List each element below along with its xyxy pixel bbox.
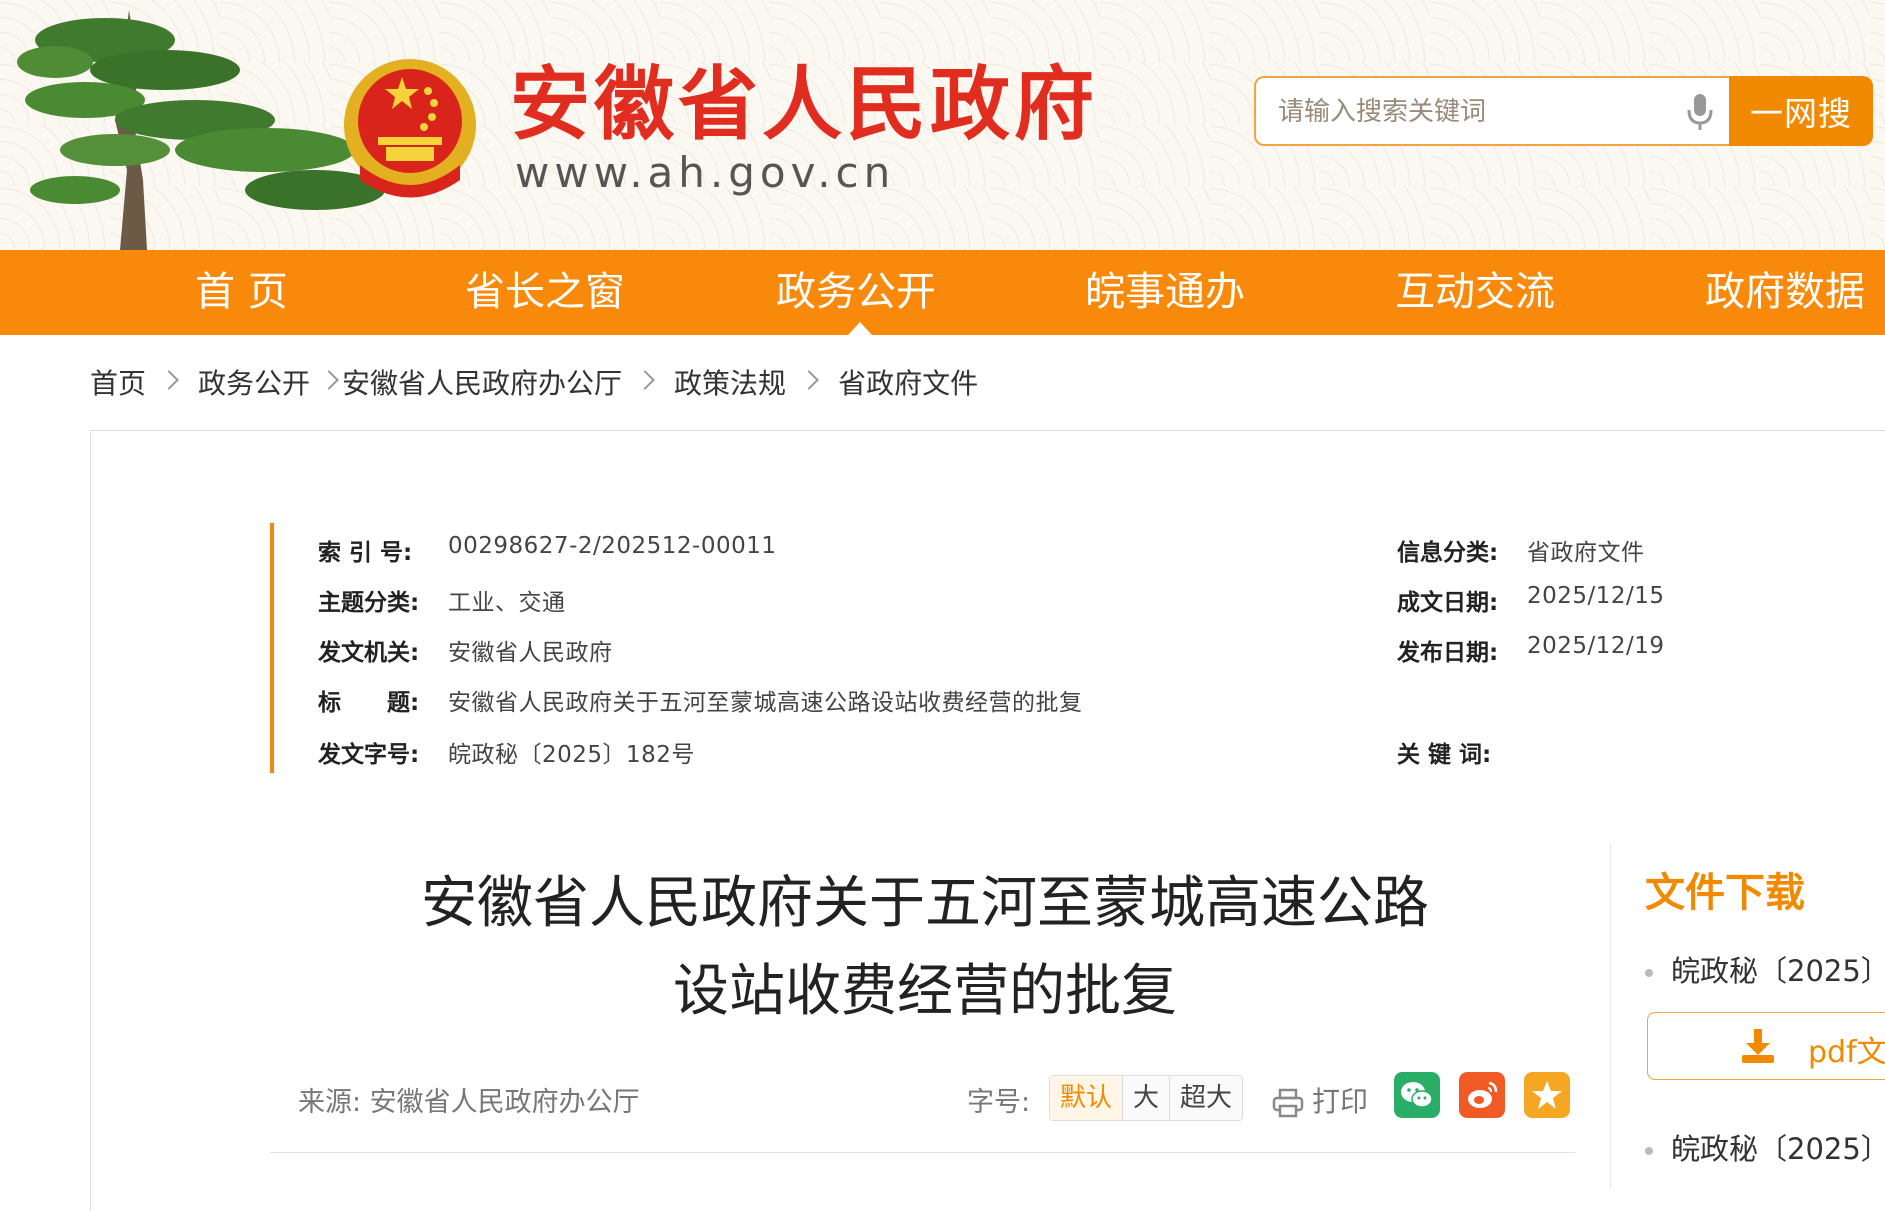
download-item[interactable]: 皖政秘〔2025〕	[1645, 948, 1885, 990]
breadcrumb-policy[interactable]: 政策法规	[674, 367, 786, 400]
breadcrumb-gov-affairs[interactable]: 政务公开	[198, 367, 310, 400]
favorite-icon[interactable]	[1524, 1072, 1570, 1118]
nav-item-services[interactable]: 皖事通办	[1085, 250, 1245, 335]
site-header: 安徽省人民政府 www.ah.gov.cn 一网搜	[0, 0, 1885, 250]
main-nav: 首 页 省长之窗 政务公开 皖事通办 互动交流 政府数据	[0, 250, 1885, 335]
print-button[interactable]: 打印	[1272, 1080, 1368, 1120]
download-icon	[1742, 1029, 1774, 1063]
article-divider	[270, 1152, 1575, 1153]
document-title-line-2: 设站收费经营的批复	[673, 959, 1177, 1024]
meta-topic-label: 主题分类:	[318, 590, 420, 616]
chevron-right-icon	[159, 370, 179, 390]
download-item[interactable]: 皖政秘〔2025〕	[1645, 1126, 1885, 1168]
national-emblem	[344, 59, 476, 198]
breadcrumb-home[interactable]: 首页	[90, 367, 146, 400]
search-box	[1254, 76, 1729, 146]
microphone-icon[interactable]	[1686, 92, 1714, 132]
document-title: 安徽省人民政府关于五河至蒙城高速公路 设站收费经营的批复	[340, 860, 1510, 1036]
download-item-label: 皖政秘〔2025〕	[1671, 954, 1885, 988]
search-input[interactable]	[1276, 92, 1660, 132]
download-item-label: 皖政秘〔2025〕	[1671, 1132, 1885, 1166]
font-size-xlarge-button[interactable]: 超大	[1170, 1076, 1242, 1120]
print-label: 打印	[1312, 1085, 1369, 1118]
meta-written-value: 2025/12/15	[1527, 583, 1665, 609]
meta-accent-bar	[270, 523, 274, 773]
meta-issuer-value: 安徽省人民政府	[448, 640, 613, 666]
sidebar-divider	[1610, 845, 1611, 1187]
font-size-label: 字号:	[967, 1087, 1031, 1118]
meta-index-label: 索 引 号:	[318, 540, 413, 566]
meta-issuer-label: 发文机关:	[318, 640, 420, 666]
meta-written-label: 成文日期:	[1397, 590, 1499, 616]
meta-published-value: 2025/12/19	[1527, 633, 1665, 659]
nav-item-home[interactable]: 首 页	[195, 250, 288, 335]
meta-title-value: 安徽省人民政府关于五河至蒙城高速公路设站收费经营的批复	[448, 690, 1083, 716]
nav-item-interaction[interactable]: 互动交流	[1395, 250, 1555, 335]
nav-active-indicator	[848, 322, 872, 335]
meta-title-label: 标 题:	[318, 690, 420, 716]
nav-item-governor[interactable]: 省长之窗	[465, 250, 625, 335]
meta-docno-value: 皖政秘〔2025〕182号	[448, 742, 695, 768]
search-button[interactable]: 一网搜	[1729, 76, 1873, 146]
meta-topic-value: 工业、交通	[448, 590, 566, 616]
meta-published-label: 发布日期:	[1397, 640, 1499, 666]
pine-tree-logo	[17, 10, 385, 250]
site-url[interactable]: www.ah.gov.cn	[515, 148, 895, 197]
font-size-selector: 默认 大 超大	[1049, 1075, 1244, 1121]
article-source: 来源: 安徽省人民政府办公厅	[298, 1087, 640, 1118]
weibo-icon[interactable]	[1459, 1072, 1505, 1118]
bullet-icon	[1645, 969, 1653, 977]
meta-category-value: 省政府文件	[1527, 540, 1645, 566]
bullet-icon	[1645, 1147, 1653, 1155]
chevron-right-icon	[635, 370, 655, 390]
breadcrumb-office[interactable]: 安徽省人民政府办公厅	[342, 367, 622, 400]
download-title: 文件下载	[1645, 870, 1805, 916]
wechat-icon[interactable]	[1394, 1072, 1440, 1118]
document-title-line-1: 安徽省人民政府关于五河至蒙城高速公路	[421, 871, 1429, 936]
font-size-default-button[interactable]: 默认	[1050, 1076, 1124, 1120]
pdf-download-label: pdf文	[1808, 1035, 1885, 1070]
printer-icon	[1272, 1088, 1304, 1118]
meta-keywords-label: 关 键 词:	[1397, 742, 1492, 768]
meta-docno-label: 发文字号:	[318, 742, 420, 768]
pdf-download-button[interactable]: pdf文	[1647, 1012, 1885, 1080]
breadcrumb: 首页 政务公开 安徽省人民政府办公厅 政策法规 省政府文件	[90, 362, 978, 402]
nav-item-data[interactable]: 政府数据	[1705, 250, 1865, 335]
meta-category-label: 信息分类:	[1397, 540, 1499, 566]
chevron-right-icon	[319, 370, 339, 390]
font-size-large-button[interactable]: 大	[1123, 1076, 1171, 1120]
meta-index-value: 00298627-2/202512-00011	[448, 533, 777, 559]
site-title[interactable]: 安徽省人民政府	[510, 60, 1098, 150]
breadcrumb-province-docs[interactable]: 省政府文件	[838, 367, 978, 400]
chevron-right-icon	[799, 370, 819, 390]
